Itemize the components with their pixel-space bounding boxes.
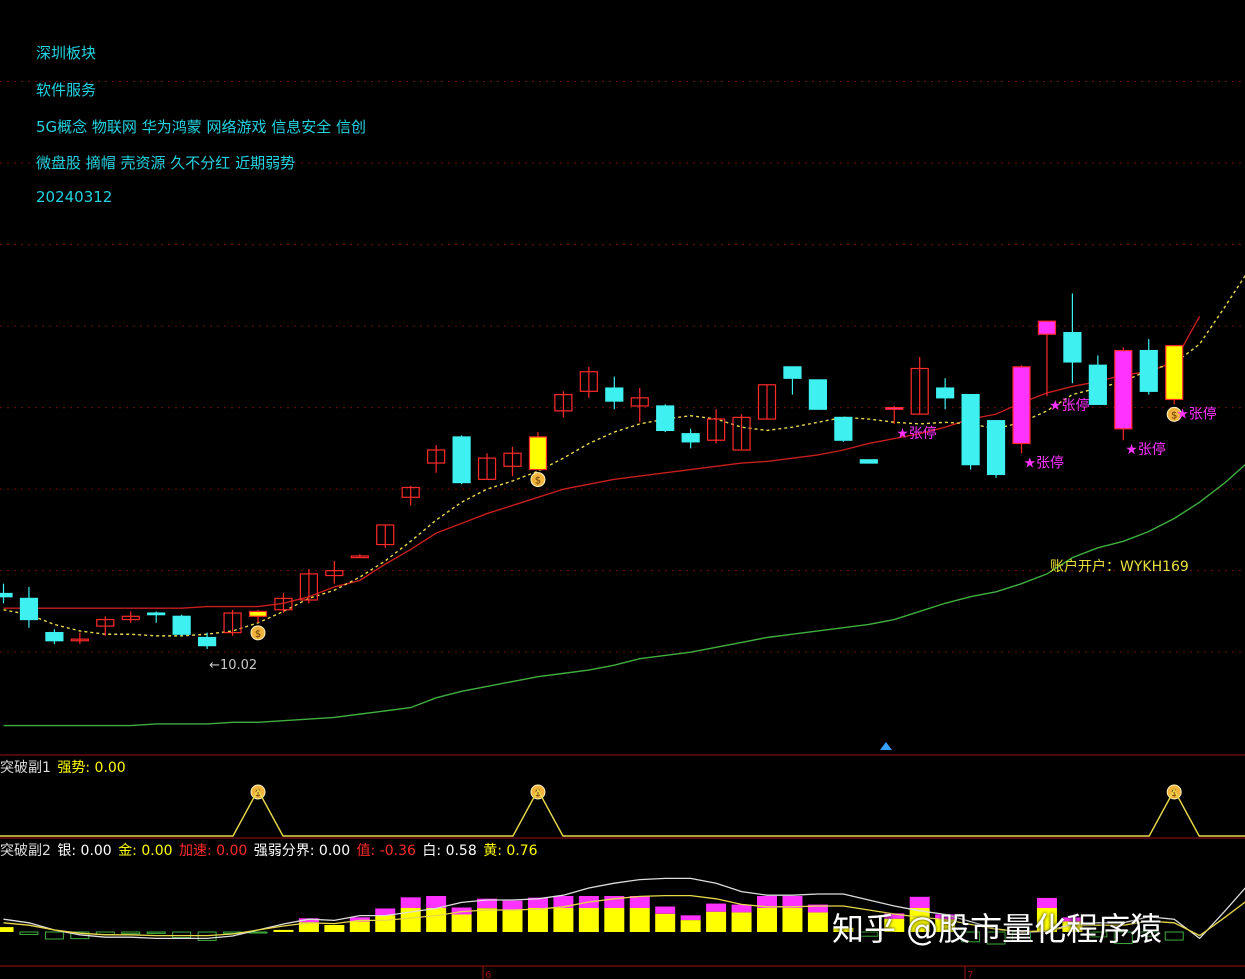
info-concepts: 5G概念 物联网 华为鸿蒙 网络游戏 信息安全 信创 bbox=[36, 118, 367, 136]
limit-up-label: ★张停 bbox=[1176, 405, 1217, 422]
low-price-annotation: ←10.02 bbox=[209, 658, 257, 673]
histogram-bar bbox=[807, 912, 828, 932]
indicator-value: 强势: 0.00 bbox=[52, 760, 126, 776]
histogram-bar bbox=[451, 914, 472, 932]
histogram-bar bbox=[0, 927, 14, 932]
x-marker-label: 6 bbox=[485, 970, 491, 979]
candle-body bbox=[656, 405, 675, 432]
indicator-value: 值: -0.36 bbox=[352, 843, 416, 859]
indicator-value: 银: 0.00 bbox=[52, 843, 112, 859]
histogram-bar bbox=[655, 913, 676, 932]
histogram-bar-top bbox=[655, 906, 676, 914]
candle-body bbox=[0, 592, 13, 598]
histogram-bar bbox=[273, 929, 294, 932]
strength-line bbox=[0, 788, 1245, 837]
histogram-bar-top bbox=[680, 915, 701, 921]
candle-body bbox=[681, 433, 700, 443]
candle-body bbox=[1012, 366, 1031, 445]
indicator-value: 白: 0.58 bbox=[417, 843, 477, 859]
candle-body bbox=[936, 387, 955, 399]
histogram-bar bbox=[731, 912, 752, 932]
histogram-bar-negative bbox=[121, 931, 141, 935]
indicator-value: 强弱分界: 0.00 bbox=[249, 843, 351, 859]
account-label: 账户开户：WYKH169 bbox=[1050, 559, 1189, 575]
histogram-bar bbox=[349, 921, 370, 932]
limit-up-label: ★张停 bbox=[1125, 441, 1166, 458]
limit-up-label: ★张停 bbox=[1024, 454, 1065, 471]
up-arrow-icon bbox=[880, 742, 892, 750]
histogram-bar bbox=[706, 911, 727, 932]
histogram-bar-top bbox=[629, 896, 650, 908]
candle-body bbox=[1063, 332, 1082, 363]
histogram-bar bbox=[502, 909, 523, 932]
histogram-bar-negative bbox=[248, 931, 268, 934]
candle-body bbox=[528, 436, 548, 471]
histogram-bar-top bbox=[400, 897, 421, 908]
indicator-value: 黄: 0.76 bbox=[478, 843, 538, 859]
indicator-title: 突破副2 bbox=[0, 843, 51, 859]
candle-body bbox=[452, 436, 471, 484]
indicator-value: 加速: 0.00 bbox=[174, 843, 248, 859]
candle-body bbox=[248, 610, 268, 617]
info-industry: 软件服务 bbox=[36, 81, 97, 99]
candle-body bbox=[834, 416, 853, 441]
info-tags: 微盘股 摘帽 壳资源 久不分红 近期弱势 bbox=[36, 154, 296, 172]
histogram-bar bbox=[477, 908, 498, 932]
histogram-bar bbox=[680, 920, 701, 932]
histogram-bar-top bbox=[731, 904, 752, 913]
candle-body bbox=[885, 407, 904, 410]
ma-long-line bbox=[3, 463, 1245, 727]
limit-up-label: ★张停 bbox=[1049, 397, 1090, 414]
candle-body bbox=[1165, 345, 1184, 401]
histogram-bar bbox=[324, 925, 345, 932]
money-bag-glyph: $ bbox=[255, 629, 261, 640]
histogram-bar bbox=[375, 915, 396, 932]
histogram-bar-top bbox=[502, 900, 523, 910]
candle-body bbox=[1114, 349, 1133, 430]
watermark: 知乎 @股市量化程序猿 bbox=[832, 910, 1163, 948]
candle-body bbox=[986, 420, 1006, 476]
histogram-bar bbox=[782, 908, 803, 932]
candle-body bbox=[1139, 349, 1158, 392]
histogram-bar bbox=[426, 908, 447, 932]
ma-mid-line bbox=[3, 315, 1201, 609]
candle-body bbox=[147, 612, 166, 616]
histogram-bar bbox=[629, 908, 650, 932]
histogram-bar bbox=[578, 908, 599, 932]
candle-body bbox=[783, 366, 802, 379]
histogram-bar-negative bbox=[1164, 931, 1184, 941]
candle-body bbox=[172, 615, 191, 635]
histogram-bar-negative bbox=[44, 931, 64, 940]
info-board: 深圳板块 bbox=[36, 44, 97, 62]
info-date: 20240312 bbox=[36, 188, 113, 206]
ma-short-line bbox=[3, 274, 1245, 637]
candle-body bbox=[1088, 364, 1107, 405]
histogram-bar-negative bbox=[172, 931, 192, 939]
candle-body bbox=[19, 597, 39, 621]
sub2-header: 突破副2 银: 0.00 金: 0.00 加速: 0.00 强弱分界: 0.00… bbox=[0, 840, 540, 860]
candle-body bbox=[198, 636, 217, 647]
indicator-value: 金: 0.00 bbox=[113, 843, 173, 859]
histogram-bar bbox=[757, 908, 777, 932]
histogram-bar-negative bbox=[19, 931, 39, 935]
histogram-bar bbox=[604, 908, 625, 932]
money-bag-glyph: $ bbox=[535, 476, 541, 487]
x-marker-label: 7 bbox=[967, 970, 973, 979]
histogram-bar bbox=[553, 908, 574, 932]
candle-body bbox=[808, 379, 828, 410]
candlestick-chart: $$★张停★张停★张停★张停$★张停←10.02$ $ $6 7 bbox=[0, 81, 1245, 979]
limit-up-label: ★张停 bbox=[896, 425, 937, 442]
candle-body bbox=[45, 632, 64, 642]
candle-body bbox=[859, 459, 878, 464]
candle-body bbox=[605, 387, 624, 402]
indicator-title: 突破副1 bbox=[0, 760, 51, 776]
histogram-bar-negative bbox=[146, 931, 166, 934]
candle-body bbox=[961, 393, 980, 466]
histogram-bar bbox=[527, 908, 548, 932]
candle-body bbox=[1037, 320, 1057, 335]
histogram-bar-top bbox=[706, 903, 727, 912]
sub1-header: 突破副1 强势: 0.00 bbox=[0, 757, 128, 777]
